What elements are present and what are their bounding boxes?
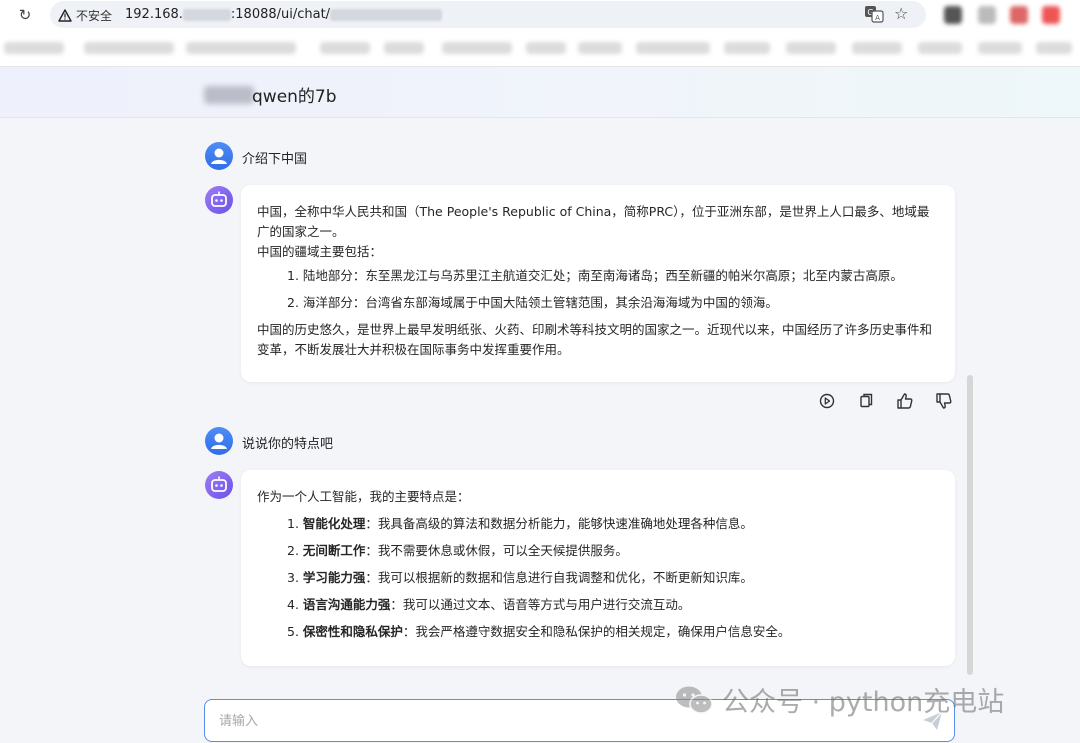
list-item-text: ：我不需要休息或休假，可以全天候提供服务。 [365, 543, 628, 558]
url-redacted-id [330, 8, 443, 21]
message-paragraph: 作为一个人工智能，我的主要特点是： [257, 489, 470, 504]
bookmark-item[interactable] [1036, 42, 1072, 54]
list-item-text: ：我可以根据新的数据和信息进行自我调整和优化，不断更新知识库。 [365, 570, 753, 585]
user-message: 说说你的特点吧 [242, 437, 334, 452]
list-item: 2. 无间断工作：我不需要休息或休假，可以全天候提供服务。 [287, 541, 939, 561]
bookmark-item[interactable] [442, 42, 512, 54]
list-item-text: ：我具备高级的算法和数据分析能力，能够快速准确地处理各种信息。 [365, 516, 753, 531]
bookmark-item[interactable] [724, 42, 770, 54]
message-list: 1. 智能化处理：我具备高级的算法和数据分析能力，能够快速准确地处理各种信息。 … [257, 514, 939, 642]
list-item: 1. 智能化处理：我具备高级的算法和数据分析能力，能够快速准确地处理各种信息。 [287, 514, 939, 534]
bookmark-item[interactable] [4, 42, 64, 54]
list-item-number: 5. [287, 624, 303, 639]
user-avatar [205, 142, 233, 170]
list-item: 2. 海洋部分：台湾省东部海域属于中国大陆领土管辖范围，其余沿海海域为中国的领海… [287, 295, 778, 310]
extension-icon[interactable] [944, 6, 962, 24]
reload-icon[interactable]: ↻ [14, 5, 36, 25]
warning-icon [58, 9, 72, 22]
list-item: 4. 语言沟通能力强：我可以通过文本、语音等方式与用户进行交流互动。 [287, 595, 939, 615]
security-label: 不安全 [76, 9, 113, 23]
chat-scrollbar[interactable] [967, 375, 973, 675]
list-item-text: ：我可以通过文本、语音等方式与用户进行交流互动。 [390, 597, 691, 612]
extension-icon[interactable] [1010, 6, 1028, 24]
extension-icon[interactable] [978, 6, 996, 24]
chat-title-redacted [204, 86, 254, 104]
bookmark-item[interactable] [384, 42, 424, 54]
chat-header [0, 67, 1080, 118]
assistant-message: 中国，全称中华人民共和国（The People's Republic of Ch… [241, 185, 955, 382]
chat-title: qwen的7b [252, 87, 337, 107]
thumbs-down-button[interactable] [934, 392, 954, 410]
message-actions [817, 392, 954, 410]
list-item-number: 1. [287, 516, 303, 531]
thumbs-up-button[interactable] [895, 392, 915, 410]
bookmark-item[interactable] [84, 42, 174, 54]
list-item-number: 3. [287, 570, 303, 585]
user-avatar [205, 427, 233, 455]
list-item-title: 智能化处理 [302, 516, 366, 531]
watermark: 公众号 · python充电站 [674, 680, 1004, 719]
bookmark-item[interactable] [978, 42, 1022, 54]
url-host: 192.168. [125, 7, 183, 22]
security-indicator[interactable]: 不安全 [58, 7, 112, 24]
url-redacted [182, 8, 231, 21]
extension-icon[interactable] [1042, 6, 1060, 24]
bookmark-star-icon[interactable]: ☆ [894, 4, 908, 23]
bookmarks-bar [0, 30, 1080, 67]
list-item-title: 保密性和隐私保护 [302, 624, 403, 639]
assistant-message: 作为一个人工智能，我的主要特点是： 1. 智能化处理：我具备高级的算法和数据分析… [241, 470, 955, 666]
browser-toolbar: ↻ 不安全 192.168. :18088/ui/chat/ GA ☆ [0, 0, 1080, 30]
bookmark-item[interactable] [526, 42, 566, 54]
bookmark-item[interactable] [852, 42, 902, 54]
play-audio-button[interactable] [817, 392, 837, 410]
bookmark-item[interactable] [320, 42, 370, 54]
bookmark-item[interactable] [918, 42, 962, 54]
copy-button[interactable] [856, 392, 876, 410]
bookmark-item[interactable] [786, 42, 836, 54]
bot-avatar [205, 471, 233, 499]
bookmark-item[interactable] [636, 42, 710, 54]
message-paragraph: 中国的疆域主要包括： [257, 244, 383, 259]
bot-avatar [205, 186, 233, 214]
message-paragraph: 中国的历史悠久，是世界上最早发明纸张、火药、印刷术等科技文明的国家之一。近现代以… [257, 322, 933, 357]
list-item-title: 无间断工作 [302, 543, 366, 558]
watermark-text: 公众号 · python充电站 [722, 687, 1005, 718]
bookmark-item[interactable] [578, 42, 622, 54]
list-item: 3. 学习能力强：我可以根据新的数据和信息进行自我调整和优化，不断更新知识库。 [287, 568, 939, 588]
bookmark-item[interactable] [186, 42, 296, 54]
list-item-number: 2. [287, 543, 303, 558]
wechat-logo-icon [674, 684, 714, 716]
list-item-title: 学习能力强 [302, 570, 366, 585]
list-item-text: ：我会严格遵守数据安全和隐私保护的相关规定，确保用户信息安全。 [402, 624, 791, 639]
address-bar[interactable]: 不安全 192.168. :18088/ui/chat/ GA ☆ [50, 1, 926, 28]
svg-text:A: A [875, 14, 880, 22]
list-item-number: 4. [287, 597, 303, 612]
url-text: 192.168. :18088/ui/chat/ [125, 7, 443, 22]
list-item-title: 语言沟通能力强 [302, 597, 391, 612]
message-list: 1. 陆地部分：东至黑龙江与乌苏里江主航道交汇处；南至南海诸岛；西至新疆的帕米尔… [257, 266, 939, 313]
url-path: :18088/ui/chat/ [230, 7, 331, 22]
list-item: 5. 保密性和隐私保护：我会严格遵守数据安全和隐私保护的相关规定，确保用户信息安… [287, 622, 939, 642]
translate-icon[interactable]: GA [864, 5, 884, 23]
message-paragraph: 中国，全称中华人民共和国（The People's Republic of Ch… [257, 204, 930, 239]
user-message: 介绍下中国 [242, 152, 308, 167]
list-item: 1. 陆地部分：东至黑龙江与乌苏里江主航道交汇处；南至南海诸岛；西至新疆的帕米尔… [287, 268, 903, 283]
